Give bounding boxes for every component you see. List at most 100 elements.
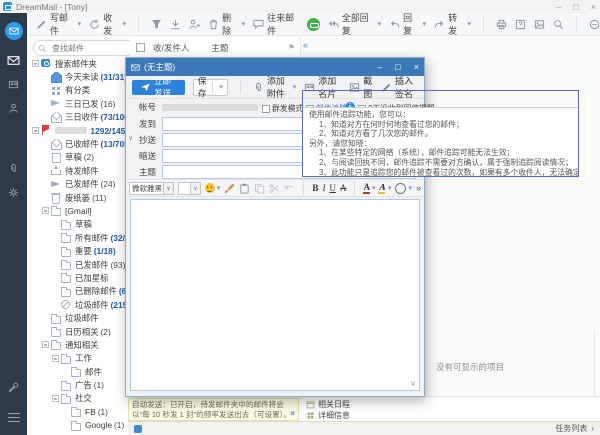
copy-button[interactable] — [254, 183, 265, 194]
strikethrough-button[interactable]: A — [340, 183, 347, 193]
tree-expander-icon[interactable]: - — [42, 341, 49, 348]
tree-item-重要[interactable]: 重要(1/18) — [32, 244, 130, 257]
compose-mail-button[interactable] — [5, 22, 23, 40]
paste-button[interactable] — [239, 183, 250, 194]
undo-button[interactable] — [284, 183, 295, 194]
tree-item-有分类[interactable]: 有分类 — [32, 84, 130, 97]
tree-item-日历相关[interactable]: 日历相关(2) — [32, 325, 130, 338]
flag-column-icon[interactable]: ⚑ — [288, 43, 295, 52]
tree-item-通知相关[interactable]: - 通知相关 — [32, 338, 130, 351]
tree-item-Google[interactable]: Google(1) — [32, 419, 130, 432]
compose-close-button[interactable]: × — [414, 62, 419, 72]
attachments-tab[interactable] — [0, 156, 27, 180]
tree-item-垃圾邮件[interactable]: 垃圾邮件 — [32, 311, 130, 324]
expand-body-chevron[interactable]: ∨ — [410, 379, 416, 388]
correspondence-button[interactable]: 往来邮件 — [253, 11, 299, 37]
compose-maximize-button[interactable]: □ — [395, 62, 400, 72]
tree-item-label: 通知相关 — [65, 339, 99, 351]
mass-mode-option[interactable]: 群发模式 — [262, 103, 303, 114]
close-button[interactable]: × — [591, 2, 596, 12]
notice-close-button[interactable]: × — [290, 409, 295, 419]
collapse-pane-chevron[interactable]: « — [303, 40, 308, 50]
filter-button[interactable] — [151, 19, 162, 30]
tree-expander-icon[interactable]: - — [32, 127, 39, 134]
tree-item-搜索邮件夹[interactable]: -搜索邮件夹 — [32, 57, 130, 70]
bold-button[interactable]: B — [312, 183, 318, 193]
font-family-select[interactable]: 微软雅黑∨ — [129, 182, 174, 195]
tools-button[interactable] — [0, 375, 27, 399]
maximize-button[interactable]: □ — [573, 2, 578, 12]
tree-item-工作[interactable]: -工作 — [32, 352, 130, 365]
add-contact-button[interactable] — [189, 19, 200, 30]
underline-button[interactable]: U — [329, 183, 336, 193]
inbox-icon — [51, 139, 63, 150]
tree-item-已发邮件[interactable]: 已发邮件(93) — [32, 258, 130, 271]
toolbar-overflow-button[interactable]: » — [416, 183, 421, 193]
column-sender[interactable]: 收/发件人 — [153, 42, 189, 54]
message-body-editor[interactable] — [130, 199, 420, 391]
tree-item-社交[interactable]: -社交 — [32, 392, 130, 405]
tree-item-草稿[interactable]: 草稿(2) — [32, 151, 130, 164]
insert-link-button[interactable]: ▾ — [395, 183, 412, 194]
zoom-button[interactable] — [553, 19, 564, 30]
tree-item-草稿[interactable]: 草稿 — [32, 218, 130, 231]
tree-item-已加星标[interactable]: 已加星标 — [32, 271, 130, 284]
delete-button[interactable]: 删除▾ — [208, 11, 245, 37]
task-list-toggle[interactable]: 任务列表‹ — [555, 423, 594, 434]
tree-item-FB[interactable]: FB(1) — [32, 405, 130, 418]
tree-item-广告[interactable]: 广告(1) — [32, 378, 130, 391]
send-receive-button[interactable]: 收发▾ — [89, 11, 126, 37]
tree-expander-icon[interactable]: - — [32, 60, 39, 67]
tree-item-所有邮件[interactable]: 所有邮件(32/296) — [32, 231, 130, 244]
related-schedule-link[interactable]: 相关日程 — [306, 399, 600, 410]
tree-item-[Gmail][interactable]: -[Gmail] — [32, 204, 130, 217]
cut-button[interactable] — [269, 183, 280, 194]
minimize-button[interactable]: – — [556, 2, 561, 12]
reply-button[interactable]: 回复▾ — [389, 11, 426, 37]
folder-icon — [61, 219, 73, 230]
help-button[interactable] — [515, 19, 526, 30]
image-button[interactable] — [534, 19, 545, 30]
compose-minimize-button[interactable]: – — [377, 62, 382, 72]
search-box[interactable] — [33, 40, 135, 56]
tree-expander-icon[interactable]: - — [52, 355, 59, 362]
emoji-button[interactable]: ▾ — [205, 183, 221, 193]
tree-item-废纸篓[interactable]: 废纸篓(11) — [32, 191, 130, 204]
italic-button[interactable]: I — [322, 183, 325, 193]
details-link[interactable]: 详细信息 — [306, 410, 600, 421]
tree-expander-icon[interactable]: - — [42, 207, 49, 214]
menu-button[interactable] — [0, 405, 27, 429]
contacts-tab[interactable] — [0, 96, 27, 120]
print-button[interactable] — [496, 19, 507, 30]
format-painter-button[interactable] — [224, 183, 235, 194]
tree-item-垃圾邮件[interactable]: 垃圾邮件(215/377) — [32, 298, 130, 311]
import-button[interactable] — [170, 19, 181, 30]
checkbox-icon[interactable] — [262, 105, 270, 113]
font-size-select[interactable]: ∨ — [178, 182, 201, 195]
tree-item-已删除邮件[interactable]: 已删除邮件(68/159) — [32, 285, 130, 298]
tree-item-三日已发[interactable]: 三日已发(16) — [32, 97, 130, 110]
mail-tab[interactable] — [0, 48, 27, 72]
settings-tab[interactable] — [0, 180, 27, 204]
column-subject[interactable]: 主题 — [211, 42, 228, 54]
reply-all-button[interactable]: 全部回复▾ — [328, 11, 381, 37]
send-now-button[interactable]: 立即发送 — [132, 80, 185, 95]
contacts-card-tab[interactable] — [0, 72, 27, 96]
tree-item-待发邮件[interactable]: 待发邮件 — [32, 164, 130, 177]
write-mail-button[interactable]: 写邮件▾ — [36, 11, 81, 37]
tree-item-邮件[interactable]: 邮件 — [32, 365, 130, 378]
font-color-button[interactable]: A▾ — [363, 183, 375, 194]
save-button[interactable]: 保存▾ — [193, 79, 228, 96]
more-button[interactable] — [589, 19, 600, 30]
columns-icon[interactable] — [136, 43, 145, 52]
tree-item-已收邮件[interactable]: 已收邮件(13/705) — [32, 137, 130, 150]
tree-item-今天未读[interactable]: 今天未读(31/31) — [32, 70, 130, 83]
forward-button[interactable]: 转发▾ — [434, 11, 471, 37]
tree-item-account[interactable]: -1292/1452 — [32, 124, 130, 137]
tree-item-三日收件[interactable]: 三日收件(73/106) — [32, 111, 130, 124]
highlight-color-button[interactable]: A▾ — [379, 183, 391, 194]
add-attachment-button[interactable]: 添加附件▾ — [253, 74, 296, 100]
tree-item-已发邮件[interactable]: 已发邮件(24) — [32, 178, 130, 191]
tree-expander-icon[interactable]: - — [52, 395, 59, 402]
search-input[interactable] — [50, 43, 118, 54]
